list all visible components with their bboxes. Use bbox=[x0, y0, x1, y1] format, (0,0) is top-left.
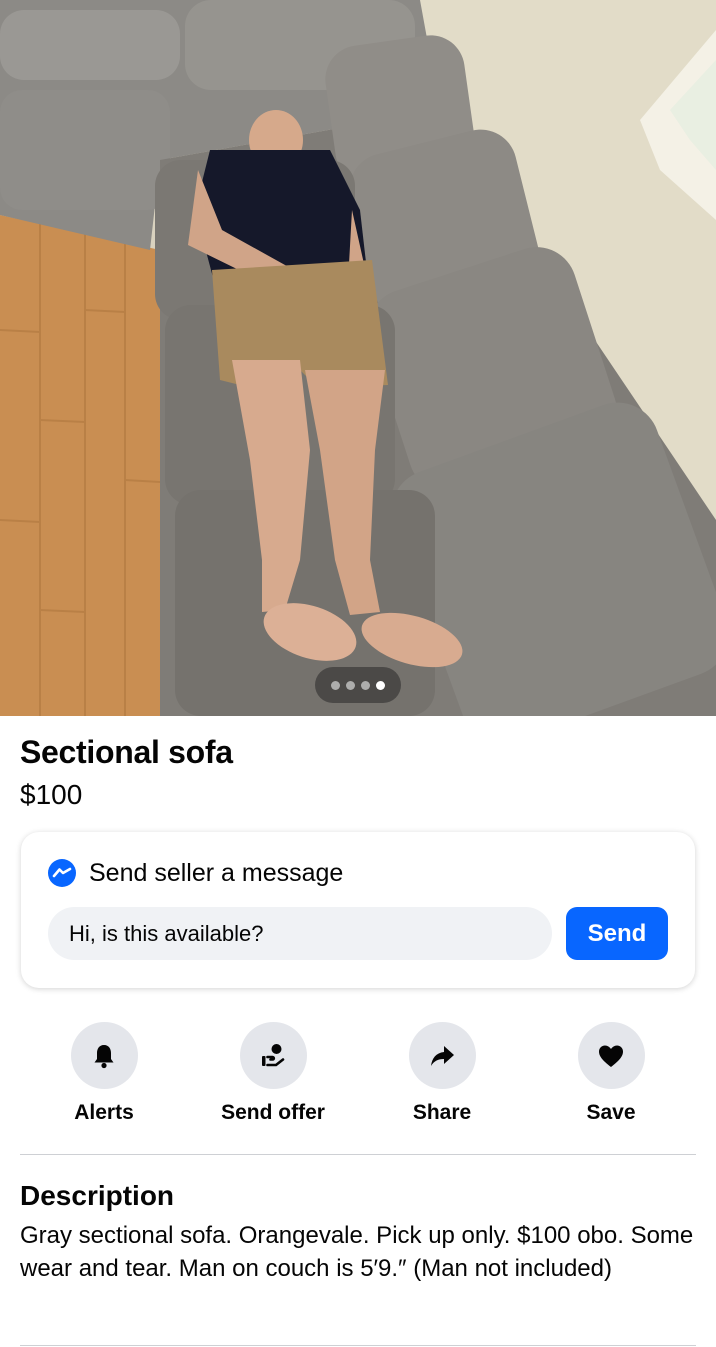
description-text: Gray sectional sofa. Orangevale. Pick up… bbox=[20, 1222, 694, 1282]
save-action[interactable]: Save bbox=[536, 1022, 686, 1132]
share-action[interactable]: Share bbox=[367, 1022, 517, 1132]
alerts-button[interactable] bbox=[70, 1022, 138, 1089]
description-heading: Description bbox=[20, 1180, 175, 1211]
section-divider bbox=[20, 1154, 696, 1155]
alerts-action[interactable]: Alerts bbox=[29, 1022, 179, 1132]
pager-dot[interactable] bbox=[346, 680, 355, 690]
listing-photo[interactable] bbox=[0, 0, 716, 716]
alerts-label: Alerts bbox=[74, 1101, 134, 1124]
message-card-header: Send seller a message bbox=[47, 856, 343, 890]
send-button[interactable]: Send bbox=[566, 907, 668, 960]
messenger-icon bbox=[48, 859, 76, 887]
bell-icon bbox=[94, 1044, 114, 1068]
share-button[interactable] bbox=[408, 1022, 476, 1089]
listing-price: $100 bbox=[20, 779, 83, 810]
send-offer-label: Send offer bbox=[221, 1101, 325, 1124]
share-arrow-icon bbox=[431, 1045, 454, 1066]
share-label: Share bbox=[412, 1101, 472, 1124]
message-input[interactable] bbox=[48, 907, 552, 960]
offer-icon bbox=[262, 1043, 285, 1066]
listing-page: Sectional sofa $100 Send seller a messag… bbox=[0, 0, 716, 1347]
send-offer-action[interactable]: Send offer bbox=[198, 1022, 348, 1132]
save-label: Save bbox=[586, 1101, 636, 1124]
sofa-photo-image bbox=[0, 0, 716, 716]
message-seller-card: Send seller a message Send bbox=[21, 832, 695, 988]
send-offer-button[interactable] bbox=[239, 1022, 307, 1089]
pager-dot-active[interactable] bbox=[376, 680, 385, 690]
pager-dot[interactable] bbox=[331, 680, 340, 690]
heart-icon bbox=[599, 1045, 623, 1067]
message-card-heading: Send seller a message bbox=[89, 858, 344, 887]
pager-dot[interactable] bbox=[361, 680, 370, 690]
action-row: Alerts Send offer Share Save bbox=[0, 1022, 716, 1132]
save-button[interactable] bbox=[577, 1022, 645, 1089]
listing-title: Sectional sofa bbox=[20, 734, 233, 770]
image-pager[interactable] bbox=[315, 667, 401, 703]
section-divider bbox=[20, 1345, 696, 1346]
